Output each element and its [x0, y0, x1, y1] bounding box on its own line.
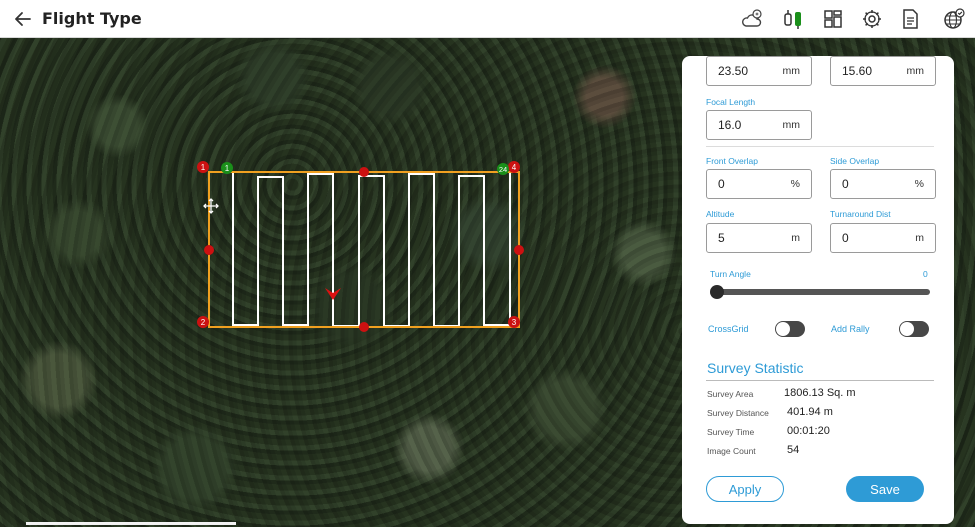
- sensor-width-value: 23.50: [718, 64, 749, 78]
- turnaround-dist-input[interactable]: 0 m: [830, 223, 936, 253]
- sensor-height-input[interactable]: 15.60 mm: [830, 56, 936, 86]
- sensor-width-unit: mm: [782, 65, 801, 77]
- sensor-height-unit: mm: [906, 65, 925, 77]
- turnaround-dist-label: Turnaround Dist: [830, 209, 891, 219]
- turn-angle-value: 0: [923, 269, 928, 279]
- page-title: Flight Type: [42, 9, 142, 28]
- settings-icon[interactable]: [860, 7, 884, 31]
- sensor-width-input[interactable]: 23.50 mm: [706, 56, 812, 86]
- vertex-3[interactable]: 3: [508, 316, 520, 328]
- vertex-1[interactable]: 1: [197, 161, 209, 173]
- front-overlap-input[interactable]: 0 %: [706, 169, 812, 199]
- survey-boundary[interactable]: [208, 171, 520, 328]
- stat-label-survey-area: Survey Area: [707, 389, 754, 399]
- layout-icon[interactable]: [821, 7, 845, 31]
- vertex-2[interactable]: 2: [197, 316, 209, 328]
- stat-value-survey-time: 00:01:20: [787, 425, 830, 437]
- front-overlap-unit: %: [790, 178, 800, 190]
- move-cursor-icon: [203, 198, 219, 214]
- stat-value-survey-distance: 401.94 m: [787, 406, 833, 418]
- toggle-knob: [900, 322, 914, 336]
- globe-icon[interactable]: [942, 7, 966, 31]
- stat-label-survey-distance: Survey Distance: [707, 408, 769, 418]
- side-overlap-label: Side Overlap: [830, 156, 880, 166]
- crossgrid-label: CrossGrid: [708, 324, 749, 334]
- flight-path: [232, 173, 511, 327]
- waypoint-end-label: 24: [499, 165, 507, 174]
- add-rally-toggle[interactable]: [899, 321, 929, 337]
- turn-angle-label: Turn Angle: [710, 269, 751, 279]
- altitude-input[interactable]: 5 m: [706, 223, 812, 253]
- altitude-unit: m: [791, 232, 800, 244]
- waypoint-start-label: 1: [225, 164, 230, 173]
- vertex-2-label: 2: [201, 318, 206, 327]
- divider: [706, 380, 934, 381]
- waypoint-start[interactable]: 1: [221, 162, 233, 174]
- flight-controls-icon[interactable]: [781, 7, 805, 31]
- top-bar: Flight Type: [0, 0, 975, 38]
- waypoint-end[interactable]: 24: [497, 163, 509, 175]
- vertex-4[interactable]: 4: [508, 161, 520, 173]
- turnaround-dist-value: 0: [842, 231, 849, 245]
- divider: [706, 146, 934, 147]
- crossgrid-toggle[interactable]: [775, 321, 805, 337]
- turn-angle-slider-thumb[interactable]: [710, 285, 724, 299]
- stat-label-image-count: Image Count: [707, 446, 756, 456]
- front-overlap-value: 0: [718, 177, 725, 191]
- boundary-midpoint-top[interactable]: [359, 167, 369, 177]
- boundary-midpoint-left[interactable]: [204, 245, 214, 255]
- weather-icon[interactable]: [740, 7, 764, 31]
- front-overlap-label: Front Overlap: [706, 156, 758, 166]
- turnaround-dist-unit: m: [915, 232, 924, 244]
- apply-button[interactable]: Apply: [706, 476, 784, 502]
- focal-length-label: Focal Length: [706, 97, 756, 107]
- back-arrow-icon[interactable]: [12, 8, 34, 30]
- boundary-midpoint-right[interactable]: [514, 245, 524, 255]
- vertex-4-label: 4: [512, 163, 517, 172]
- boundary-midpoint-bottom[interactable]: [359, 322, 369, 332]
- save-button[interactable]: Save: [846, 476, 924, 502]
- focal-length-value: 16.0: [718, 118, 742, 132]
- sensor-height-value: 15.60: [842, 64, 873, 78]
- toggle-knob: [776, 322, 790, 336]
- stat-value-survey-area: 1806.13 Sq. m: [784, 387, 856, 399]
- side-overlap-input[interactable]: 0 %: [830, 169, 936, 199]
- document-icon[interactable]: [898, 7, 922, 31]
- focal-length-unit: mm: [782, 119, 801, 131]
- stat-value-image-count: 54: [787, 444, 800, 456]
- side-overlap-value: 0: [842, 177, 849, 191]
- altitude-label: Altitude: [706, 209, 735, 219]
- vertex-3-label: 3: [512, 318, 517, 327]
- side-overlap-unit: %: [914, 178, 924, 190]
- survey-settings-panel: 23.50 mm 15.60 mm Focal Length 16.0 mm F…: [682, 56, 954, 524]
- add-rally-label: Add Rally: [831, 324, 870, 334]
- focal-length-input[interactable]: 16.0 mm: [706, 110, 812, 140]
- survey-statistic-title: Survey Statistic: [707, 360, 804, 376]
- altitude-value: 5: [718, 231, 725, 245]
- vertex-1-label: 1: [201, 163, 206, 172]
- turn-angle-slider-track[interactable]: [716, 289, 930, 295]
- stat-label-survey-time: Survey Time: [707, 427, 755, 437]
